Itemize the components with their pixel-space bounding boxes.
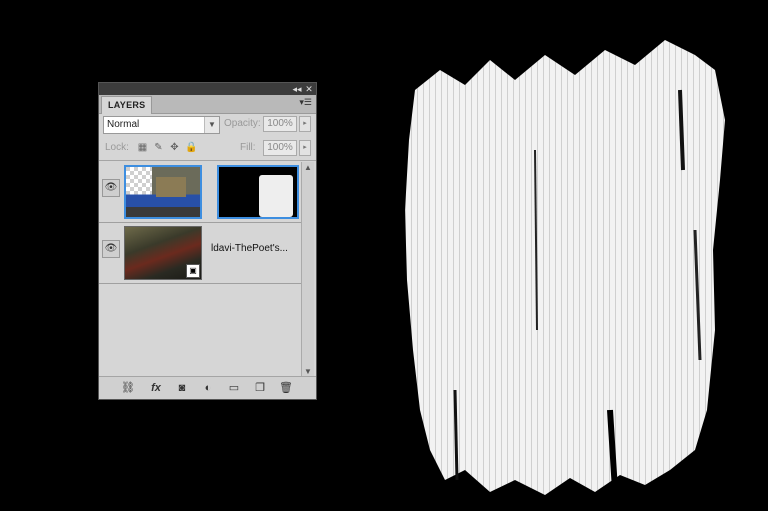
- thumbnail-detail: [156, 177, 186, 197]
- layers-list: 👁 👁 ▣ ldavi-ThePoet's...: [99, 162, 302, 378]
- layer-thumbnail[interactable]: [124, 165, 202, 219]
- link-layers-icon[interactable]: ⛓: [121, 381, 135, 395]
- fill-field[interactable]: 100%: [263, 140, 297, 156]
- new-group-icon[interactable]: ▭: [227, 381, 241, 395]
- eye-icon[interactable]: 👁: [102, 240, 120, 258]
- layers-scrollbar[interactable]: ▲ ▼: [301, 162, 314, 378]
- fill-label: Fill:: [240, 142, 256, 153]
- panel-tab-row: LAYERS ▾☰: [99, 95, 316, 114]
- brush-stroke-canvas: [405, 40, 725, 495]
- close-icon[interactable]: ✕: [304, 83, 314, 95]
- new-layer-icon[interactable]: ❐: [253, 381, 267, 395]
- collapse-icon[interactable]: ◂◂: [292, 83, 302, 95]
- lock-paint-icon[interactable]: ✎: [153, 142, 164, 153]
- blend-mode-select[interactable]: Normal ▼: [103, 116, 220, 134]
- scroll-up-icon[interactable]: ▲: [302, 162, 314, 174]
- eye-icon[interactable]: 👁: [102, 179, 120, 197]
- layer-mask-thumbnail[interactable]: [217, 165, 299, 219]
- delete-layer-icon[interactable]: 🗑: [279, 381, 293, 395]
- lock-position-icon[interactable]: ✥: [169, 142, 180, 153]
- fill-stepper[interactable]: ▸: [299, 140, 311, 156]
- panel-titlebar: ◂◂ ✕: [99, 83, 316, 95]
- blend-mode-value: Normal: [107, 119, 140, 130]
- opacity-stepper[interactable]: ▸: [299, 116, 311, 132]
- layer-row[interactable]: 👁: [99, 162, 302, 223]
- panel-bottom-bar: ⛓ fx ◙ ◐ ▭ ❐ 🗑: [99, 376, 316, 399]
- adjustment-layer-icon[interactable]: ◐: [201, 381, 215, 395]
- add-mask-icon[interactable]: ◙: [175, 381, 189, 395]
- panel-menu-icon[interactable]: ▾☰: [299, 97, 312, 108]
- layers-panel: ◂◂ ✕ LAYERS ▾☰ Normal ▼ Opacity: 100% ▸ …: [98, 82, 317, 400]
- layer-name[interactable]: ldavi-ThePoet's...: [211, 243, 288, 254]
- tab-layers[interactable]: LAYERS: [101, 96, 153, 114]
- blend-row: Normal ▼ Opacity: 100% ▸: [103, 116, 313, 134]
- lock-all-icon[interactable]: 🔒: [185, 142, 197, 153]
- divider: [99, 160, 316, 161]
- chevron-down-icon[interactable]: ▼: [204, 117, 219, 133]
- layer-thumbnail[interactable]: ▣: [124, 226, 202, 280]
- lock-label: Lock:: [105, 142, 129, 153]
- layer-style-icon[interactable]: fx: [149, 381, 163, 395]
- lock-transparency-icon[interactable]: ▦: [137, 142, 148, 153]
- opacity-field[interactable]: 100%: [263, 116, 297, 132]
- smart-object-icon: ▣: [186, 264, 200, 278]
- layer-row[interactable]: 👁 ▣ ldavi-ThePoet's...: [99, 223, 302, 284]
- opacity-label: Opacity:: [224, 118, 261, 129]
- white-brush-stroke: [405, 40, 725, 495]
- mask-white-area: [259, 175, 293, 217]
- lock-row: Lock: ▦ ✎ ✥ 🔒 Fill: 100% ▸: [103, 140, 313, 159]
